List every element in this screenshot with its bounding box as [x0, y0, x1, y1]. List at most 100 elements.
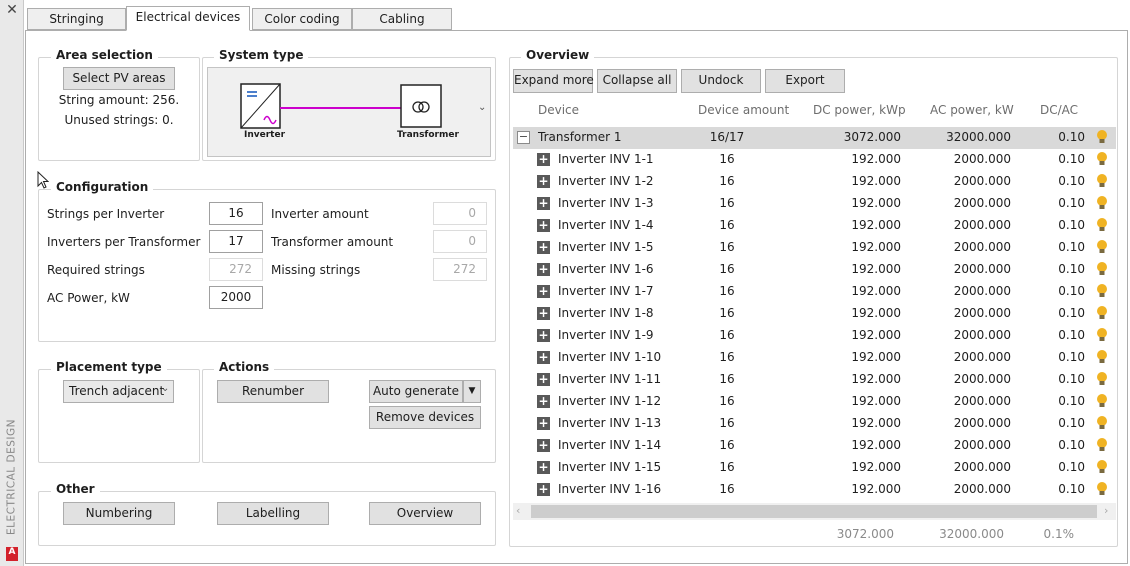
lightbulb-icon[interactable]: [1096, 217, 1108, 236]
expand-icon[interactable]: +: [537, 241, 550, 254]
lightbulb-icon[interactable]: [1096, 437, 1108, 456]
close-icon[interactable]: ✕: [5, 3, 19, 17]
lightbulb-icon[interactable]: [1096, 459, 1108, 478]
dc-ac-ratio: 0.10: [1058, 438, 1085, 452]
column-header-device[interactable]: Device: [538, 103, 579, 117]
lightbulb-icon[interactable]: [1096, 261, 1108, 280]
lightbulb-icon[interactable]: [1096, 173, 1108, 192]
expand-icon[interactable]: +: [537, 329, 550, 342]
dc-ac-ratio: 0.10: [1058, 284, 1085, 298]
unused-strings-text: Unused strings: 0.: [64, 113, 174, 127]
tab-cabling[interactable]: Cabling: [352, 8, 452, 30]
column-header-dc-power[interactable]: DC power, kWp: [813, 103, 906, 117]
ac-power-input[interactable]: 2000: [209, 286, 263, 309]
transformer-row[interactable]: − Transformer 1 16/17 3072.000 32000.000 0.10: [513, 127, 1116, 149]
select-pv-areas-button[interactable]: Select PV areas: [63, 67, 175, 90]
lightbulb-icon[interactable]: [1096, 305, 1108, 324]
inverters-per-transformer-input[interactable]: 17: [209, 230, 263, 253]
inverter-row[interactable]: + Inverter INV 1-16 16 192.000 2000.000 0.10: [513, 479, 1116, 501]
overview-button[interactable]: Overview: [369, 502, 481, 525]
renumber-button[interactable]: Renumber: [217, 380, 329, 403]
inverter-row[interactable]: + Inverter INV 1-3 16 192.000 2000.000 0.10: [513, 193, 1116, 215]
inverter-row[interactable]: + Inverter INV 1-13 16 192.000 2000.000 0.10: [513, 413, 1116, 435]
required-strings-label: Required strings: [47, 263, 145, 277]
dc-ac-ratio: 0.10: [1058, 306, 1085, 320]
expand-icon[interactable]: +: [537, 219, 550, 232]
inverter-row[interactable]: + Inverter INV 1-11 16 192.000 2000.000 0.10: [513, 369, 1116, 391]
expand-icon[interactable]: +: [537, 285, 550, 298]
dc-power: 192.000: [851, 240, 901, 254]
lightbulb-icon[interactable]: [1096, 349, 1108, 368]
lightbulb-icon[interactable]: [1096, 371, 1108, 390]
expand-icon[interactable]: +: [537, 395, 550, 408]
inverter-row[interactable]: + Inverter INV 1-4 16 192.000 2000.000 0.10: [513, 215, 1116, 237]
column-header-dc-ac[interactable]: DC/AC: [1040, 103, 1078, 117]
inverter-row[interactable]: + Inverter INV 1-12 16 192.000 2000.000 0.10: [513, 391, 1116, 413]
remove-devices-button[interactable]: Remove devices: [369, 406, 481, 429]
strings-per-inverter-input[interactable]: 16: [209, 202, 263, 225]
undock-button[interactable]: Undock: [681, 69, 761, 93]
column-header-ac-power[interactable]: AC power, kW: [930, 103, 1014, 117]
dc-ac-ratio: 0.10: [1058, 218, 1085, 232]
scroll-right-icon[interactable]: ›: [1104, 504, 1108, 517]
inverter-row[interactable]: + Inverter INV 1-8 16 192.000 2000.000 0.10: [513, 303, 1116, 325]
lightbulb-icon[interactable]: [1096, 195, 1108, 214]
lightbulb-icon[interactable]: [1096, 239, 1108, 258]
lightbulb-icon[interactable]: [1096, 327, 1108, 346]
dc-ac-ratio: 0.10: [1058, 416, 1085, 430]
column-header-device-amount[interactable]: Device amount: [698, 103, 789, 117]
inverter-row[interactable]: + Inverter INV 1-14 16 192.000 2000.000 0.10: [513, 435, 1116, 457]
inverter-row[interactable]: + Inverter INV 1-6 16 192.000 2000.000 0.10: [513, 259, 1116, 281]
expand-icon[interactable]: +: [537, 175, 550, 188]
chevron-down-icon[interactable]: ⌄: [478, 102, 486, 113]
inverter-row[interactable]: + Inverter INV 1-2 16 192.000 2000.000 0.10: [513, 171, 1116, 193]
expand-icon[interactable]: +: [537, 351, 550, 364]
collapse-icon[interactable]: −: [517, 131, 530, 144]
auto-generate-button[interactable]: Auto generate: [369, 380, 463, 403]
inverter-row[interactable]: + Inverter INV 1-7 16 192.000 2000.000 0.10: [513, 281, 1116, 303]
inverter-row[interactable]: + Inverter INV 1-15 16 192.000 2000.000 0.10: [513, 457, 1116, 479]
device-amount: 16: [719, 284, 735, 298]
inverter-row[interactable]: + Inverter INV 1-5 16 192.000 2000.000 0.10: [513, 237, 1116, 259]
expand-icon[interactable]: +: [537, 307, 550, 320]
lightbulb-icon[interactable]: [1096, 283, 1108, 302]
ac-power: 2000.000: [953, 240, 1011, 254]
labelling-button[interactable]: Labelling: [217, 502, 329, 525]
inverter-row[interactable]: + Inverter INV 1-1 16 192.000 2000.000 0.10: [513, 149, 1116, 171]
device-amount: 16: [719, 240, 735, 254]
dc-power: 192.000: [851, 438, 901, 452]
ac-power: 2000.000: [953, 306, 1011, 320]
lightbulb-icon[interactable]: [1096, 393, 1108, 412]
expand-icon[interactable]: +: [537, 439, 550, 452]
expand-icon[interactable]: +: [537, 417, 550, 430]
expand-icon[interactable]: +: [537, 197, 550, 210]
scroll-left-icon[interactable]: ‹: [516, 504, 520, 517]
expand-icon[interactable]: +: [537, 153, 550, 166]
dc-ac-ratio: 0.10: [1058, 174, 1085, 188]
system-type-selector[interactable]: Inverter Transformer ⌄: [207, 67, 491, 157]
strings-per-inverter-label: Strings per Inverter: [47, 207, 165, 221]
lightbulb-icon[interactable]: [1096, 151, 1108, 170]
inverter-row[interactable]: + Inverter INV 1-10 16 192.000 2000.000 0.10: [513, 347, 1116, 369]
placement-type-select[interactable]: Trench adjacent ⌄: [63, 380, 174, 403]
horizontal-scrollbar[interactable]: ‹ ›: [513, 503, 1116, 520]
tab-electrical-devices[interactable]: Electrical devices: [126, 6, 250, 31]
numbering-button[interactable]: Numbering: [63, 502, 175, 525]
lightbulb-icon[interactable]: [1096, 415, 1108, 434]
auto-generate-dropdown-icon[interactable]: ▼: [463, 380, 481, 403]
lightbulb-icon[interactable]: [1096, 481, 1108, 500]
expand-icon[interactable]: +: [537, 373, 550, 386]
expand-icon[interactable]: +: [537, 461, 550, 474]
expand-icon[interactable]: +: [537, 483, 550, 496]
inverter-row[interactable]: + Inverter INV 1-9 16 192.000 2000.000 0.10: [513, 325, 1116, 347]
dc-ac-ratio: 0.10: [1058, 350, 1085, 364]
scrollbar-thumb[interactable]: [531, 505, 1097, 518]
expand-icon[interactable]: +: [537, 263, 550, 276]
expand-more-button[interactable]: Expand more: [513, 69, 594, 93]
export-button[interactable]: Export: [765, 69, 845, 93]
panel-title: ELECTRICAL DESIGN: [5, 419, 18, 535]
lightbulb-icon[interactable]: [1096, 129, 1108, 148]
collapse-all-button[interactable]: Collapse all: [597, 69, 677, 93]
tab-color-coding[interactable]: Color coding: [252, 8, 352, 30]
tab-stringing[interactable]: Stringing: [27, 8, 126, 30]
